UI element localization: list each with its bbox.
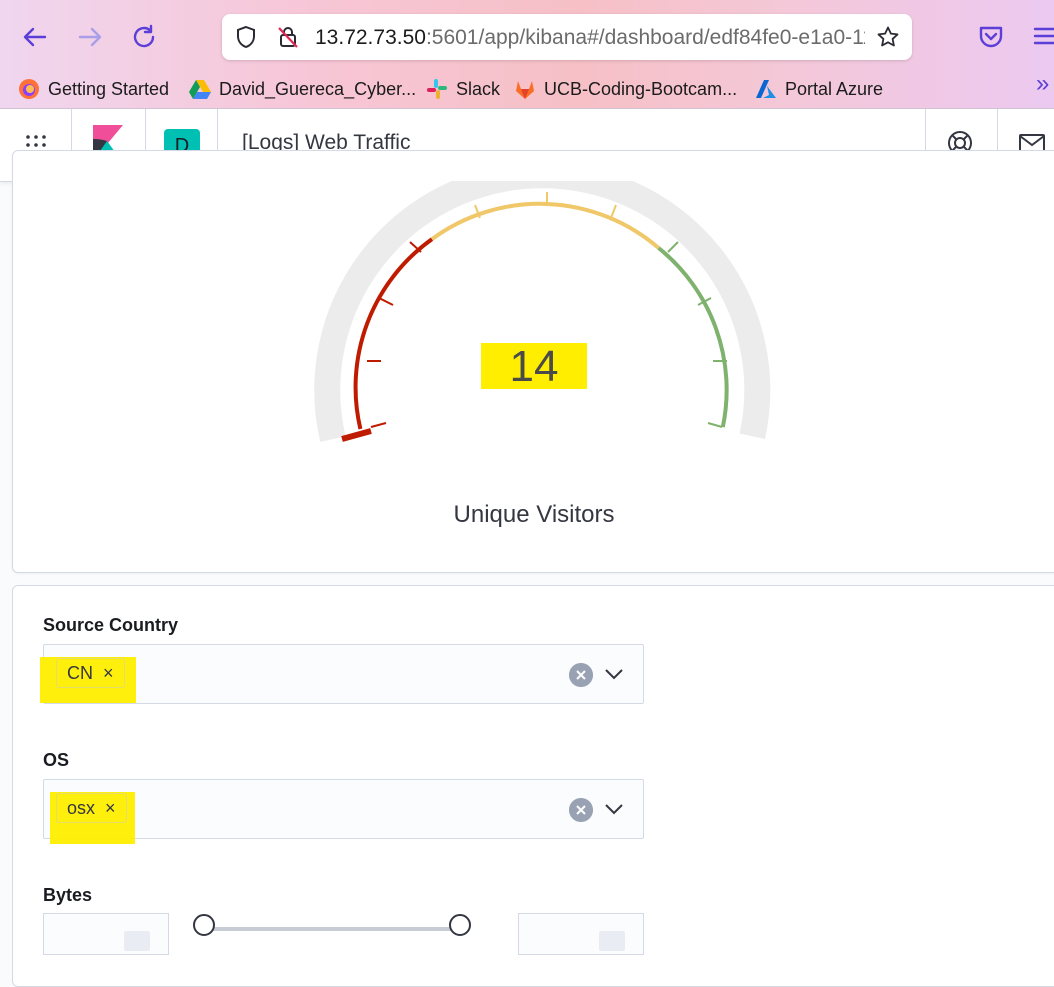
- pill-remove-icon[interactable]: ×: [105, 798, 116, 818]
- gauge-panel: 14 Unique Visitors: [12, 150, 1054, 573]
- chevron-down-icon[interactable]: [603, 663, 625, 685]
- gitlab-icon: [516, 81, 534, 99]
- url-text[interactable]: 13.72.73.50:5601/app/kibana#/dashboard/e…: [315, 26, 865, 50]
- bookmarks-overflow-button[interactable]: »: [1036, 70, 1049, 97]
- os-label: OS: [43, 750, 70, 770]
- gauge-value-marker: [341, 428, 372, 442]
- number-spinner-icon[interactable]: [599, 931, 625, 951]
- source-country-label: Source Country: [43, 615, 179, 635]
- bytes-range-slider[interactable]: [203, 927, 461, 931]
- bookmark-label: Portal Azure: [785, 78, 884, 99]
- url-host: 13.72.73.50: [315, 26, 426, 49]
- forward-arrow-icon: [78, 27, 102, 47]
- bytes-slider-max-handle[interactable]: [449, 914, 471, 936]
- reload-icon: [133, 24, 155, 48]
- url-path: :5601/app/kibana#/dashboard/edf84fe0-e1a…: [425, 26, 865, 49]
- gauge-label: Unique Visitors: [453, 501, 615, 528]
- bookmark-portal-azure[interactable]: Portal Azure: [755, 77, 883, 101]
- number-spinner-icon[interactable]: [124, 931, 150, 951]
- bookmark-ucb-coding-bootcamp[interactable]: UCB-Coding-Bootcam...: [514, 77, 737, 101]
- gauge-value: 14: [481, 343, 587, 391]
- forward-button[interactable]: [75, 22, 105, 52]
- bytes-max-input[interactable]: [518, 913, 644, 955]
- google-drive-icon: [189, 80, 211, 99]
- input-controls-panel: Source Country CN × OS osx × Bytes: [12, 585, 1054, 987]
- bookmark-label: Slack: [456, 78, 501, 99]
- bookmark-star-icon[interactable]: [876, 25, 900, 49]
- source-country-combobox[interactable]: CN ×: [40, 644, 644, 704]
- hamburger-menu-icon[interactable]: [1032, 22, 1054, 50]
- pocket-icon[interactable]: [977, 22, 1005, 50]
- os-pill[interactable]: osx ×: [56, 793, 127, 823]
- os-combobox[interactable]: osx ×: [43, 779, 644, 844]
- back-arrow-icon: [23, 27, 47, 47]
- browser-toolbar: 13.72.73.50:5601/app/kibana#/dashboard/e…: [0, 0, 1054, 109]
- bytes-label: Bytes: [43, 885, 93, 905]
- bookmark-getting-started[interactable]: Getting Started: [18, 77, 169, 101]
- reload-button[interactable]: [129, 22, 159, 52]
- bookmark-google-drive[interactable]: David_Guereca_Cyber...: [189, 77, 416, 101]
- bookmark-label: UCB-Coding-Bootcam...: [544, 78, 738, 99]
- bookmarks-bar: Getting Started David_Guereca_Cyber... S…: [0, 70, 1054, 106]
- pill-text: CN: [67, 663, 93, 683]
- clear-selection-icon[interactable]: [569, 798, 593, 822]
- shield-icon[interactable]: [234, 25, 258, 49]
- source-country-pill[interactable]: CN ×: [56, 658, 125, 688]
- clear-selection-icon[interactable]: [569, 663, 593, 687]
- url-bar[interactable]: 13.72.73.50:5601/app/kibana#/dashboard/e…: [222, 14, 912, 60]
- bytes-min-input[interactable]: [43, 913, 169, 955]
- firefox-icon: [19, 79, 39, 99]
- chevron-down-icon[interactable]: [603, 798, 625, 820]
- slack-icon: [427, 79, 447, 99]
- back-button[interactable]: [20, 22, 50, 52]
- gauge-track: [314, 181, 771, 443]
- pill-remove-icon[interactable]: ×: [103, 663, 114, 683]
- bookmark-slack[interactable]: Slack: [426, 77, 500, 101]
- insecure-lock-icon[interactable]: [276, 25, 300, 49]
- bookmark-label: David_Guereca_Cyber...: [219, 78, 417, 99]
- bookmark-label: Getting Started: [48, 78, 170, 99]
- azure-icon: [756, 80, 776, 98]
- pill-text: osx: [67, 798, 96, 818]
- gauge-band-yellow: [430, 201, 660, 250]
- bytes-slider-min-handle[interactable]: [193, 914, 215, 936]
- gauge-chart: [314, 181, 771, 443]
